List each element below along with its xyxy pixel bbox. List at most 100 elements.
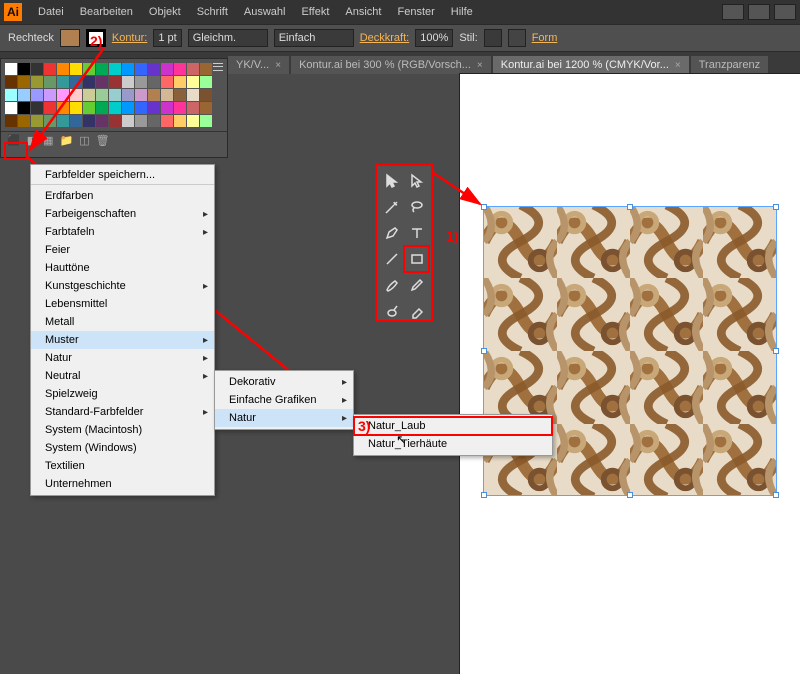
color-swatch[interactable] [83, 63, 95, 75]
close-icon[interactable]: × [477, 60, 483, 71]
color-swatch[interactable] [109, 102, 121, 114]
color-swatch[interactable] [122, 89, 134, 101]
color-swatch[interactable] [57, 63, 69, 75]
color-swatch[interactable] [96, 115, 108, 127]
menu-item[interactable]: System (Macintosh) [31, 421, 214, 439]
new-swatch-icon[interactable]: ◫ [79, 134, 89, 147]
color-swatch[interactable] [31, 76, 43, 88]
magic-wand-tool-icon[interactable] [379, 194, 404, 220]
color-swatch[interactable] [44, 102, 56, 114]
color-swatch[interactable] [5, 76, 17, 88]
menu-item[interactable]: Unternehmen [31, 475, 214, 493]
color-swatch[interactable] [187, 89, 199, 101]
color-swatch[interactable] [200, 76, 212, 88]
delete-swatch-icon[interactable]: 🗑 [96, 134, 110, 147]
menu-effekt[interactable]: Effekt [293, 6, 337, 18]
color-swatch[interactable] [135, 76, 147, 88]
color-swatch[interactable] [57, 89, 69, 101]
pencil-tool-icon[interactable] [404, 272, 429, 298]
layout-toggle-icon[interactable] [774, 4, 796, 20]
color-swatch[interactable] [174, 115, 186, 127]
doc-tab[interactable]: Kontur.ai bei 1200 % (CMYK/Vor...× [493, 56, 689, 74]
color-swatch[interactable] [70, 63, 82, 75]
close-icon[interactable]: × [275, 60, 281, 71]
menu-datei[interactable]: Datei [30, 6, 72, 18]
menu-item[interactable]: Feier [31, 241, 214, 259]
color-swatch[interactable] [200, 89, 212, 101]
selection-handle[interactable] [773, 348, 779, 354]
color-swatch[interactable] [200, 102, 212, 114]
color-swatch[interactable] [44, 63, 56, 75]
opacity-field[interactable]: 100% [415, 29, 453, 47]
menu-item[interactable]: Natur [31, 349, 214, 367]
color-swatch[interactable] [174, 89, 186, 101]
color-swatch[interactable] [70, 76, 82, 88]
color-swatch[interactable] [187, 63, 199, 75]
color-swatch[interactable] [96, 102, 108, 114]
color-swatch[interactable] [122, 76, 134, 88]
color-swatch[interactable] [187, 115, 199, 127]
color-swatch[interactable] [5, 89, 17, 101]
menu-item[interactable]: System (Windows) [31, 439, 214, 457]
color-swatch[interactable] [161, 76, 173, 88]
color-swatch[interactable] [70, 89, 82, 101]
menu-item[interactable]: Spielzweig [31, 385, 214, 403]
menu-auswahl[interactable]: Auswahl [236, 6, 294, 18]
color-swatch[interactable] [135, 115, 147, 127]
line-tool-icon[interactable] [379, 246, 404, 272]
color-swatch[interactable] [200, 115, 212, 127]
new-group-icon[interactable]: 📁 [60, 134, 74, 147]
color-swatch[interactable] [96, 89, 108, 101]
panel-menu-icon[interactable] [211, 61, 225, 73]
swatch-kind-icon[interactable]: ◧ [27, 134, 37, 147]
lasso-tool-icon[interactable] [404, 194, 429, 220]
color-swatch[interactable] [148, 115, 160, 127]
color-swatch[interactable] [109, 63, 121, 75]
color-swatch[interactable] [31, 89, 43, 101]
color-swatch[interactable] [83, 89, 95, 101]
submenu-item[interactable]: Einfache Grafiken [215, 391, 353, 409]
color-swatch[interactable] [148, 89, 160, 101]
direct-selection-tool-icon[interactable] [404, 168, 429, 194]
color-swatch[interactable] [31, 115, 43, 127]
selection-handle[interactable] [481, 348, 487, 354]
menu-item[interactable]: Muster [31, 331, 214, 349]
profile-field[interactable]: Einfach [274, 29, 354, 47]
color-swatch[interactable] [96, 76, 108, 88]
opacity-label[interactable]: Deckkraft: [360, 32, 410, 44]
color-swatch[interactable] [135, 63, 147, 75]
color-swatch[interactable] [57, 115, 69, 127]
fill-swatch[interactable] [60, 29, 80, 47]
color-swatch[interactable] [96, 63, 108, 75]
selection-handle[interactable] [773, 204, 779, 210]
selection-tool-icon[interactable] [379, 168, 404, 194]
menu-item[interactable]: Metall [31, 313, 214, 331]
color-swatch[interactable] [18, 102, 30, 114]
selection-handle[interactable] [627, 492, 633, 498]
submenu-item[interactable]: Natur [215, 409, 353, 427]
color-swatch[interactable] [161, 63, 173, 75]
dash-field[interactable]: Gleichm. [188, 29, 268, 47]
color-swatch[interactable] [109, 115, 121, 127]
color-swatch[interactable] [174, 63, 186, 75]
color-swatch[interactable] [122, 63, 134, 75]
color-swatch[interactable] [174, 102, 186, 114]
color-swatch[interactable] [135, 89, 147, 101]
doc-tab[interactable]: YK/V...× [228, 56, 289, 74]
color-swatch[interactable] [70, 115, 82, 127]
color-swatch[interactable] [5, 63, 17, 75]
color-swatch[interactable] [122, 102, 134, 114]
menu-item[interactable]: Neutral [31, 367, 214, 385]
color-swatch[interactable] [31, 102, 43, 114]
color-swatch[interactable] [135, 102, 147, 114]
menu-item[interactable]: Textilien [31, 457, 214, 475]
doc-tab[interactable]: Tranzparenz [691, 56, 768, 74]
color-swatch[interactable] [83, 115, 95, 127]
color-swatch[interactable] [31, 63, 43, 75]
color-swatch[interactable] [161, 102, 173, 114]
menu-item[interactable]: Erdfarben [31, 187, 214, 205]
kontur-label[interactable]: Kontur: [112, 32, 147, 44]
submenu-item[interactable]: Natur_Tierhäute [354, 435, 552, 453]
style-swatch[interactable] [484, 29, 502, 47]
menu-item[interactable]: Standard-Farbfelder [31, 403, 214, 421]
